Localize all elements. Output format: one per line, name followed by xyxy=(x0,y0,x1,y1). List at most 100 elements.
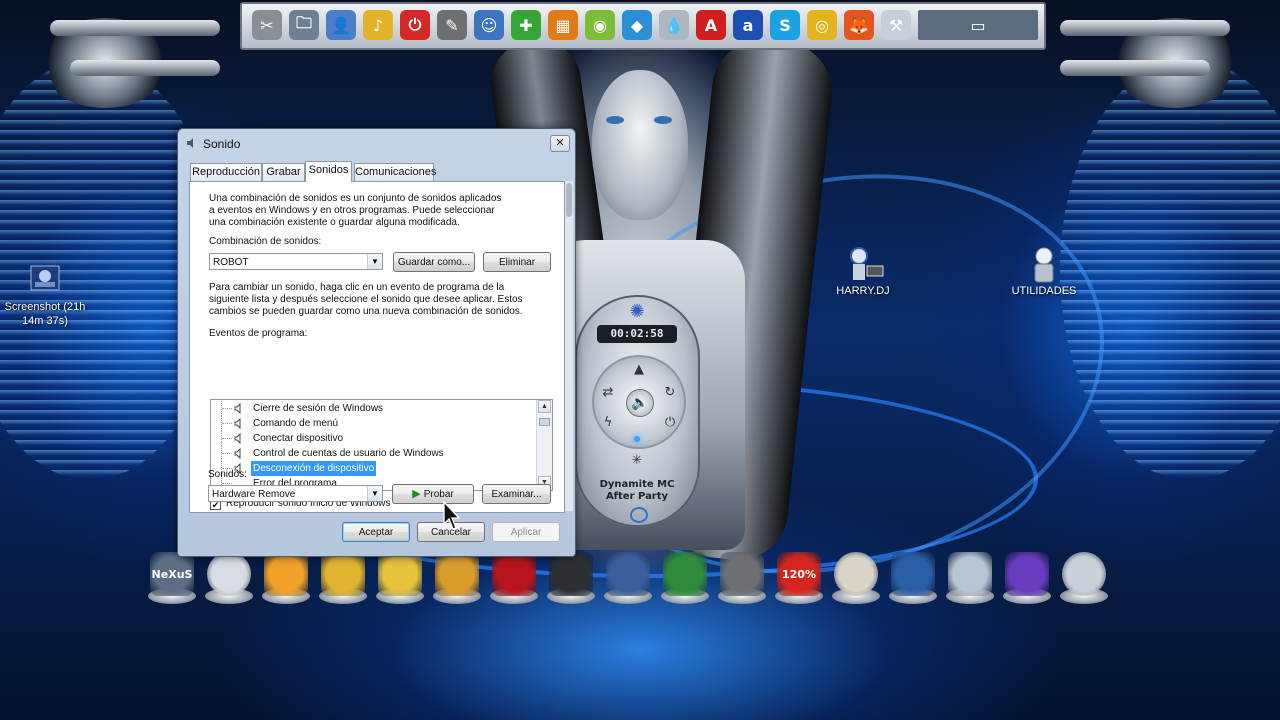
scroll-up-icon[interactable]: ▲ xyxy=(538,400,551,413)
webcam-icon[interactable] xyxy=(549,552,593,596)
eye-icon[interactable] xyxy=(1062,552,1106,596)
settings-icon[interactable]: ✳ xyxy=(629,453,645,469)
robot-eye-right xyxy=(654,116,672,124)
android-icon[interactable]: ◉ xyxy=(585,10,615,40)
music-note-icon[interactable]: ♪ xyxy=(363,10,393,40)
folder-tools-icon[interactable]: 🗀 xyxy=(289,10,319,40)
scheme-value: ROBOT xyxy=(213,257,249,268)
test-label: Probar xyxy=(423,489,454,500)
browse-button[interactable]: Examinar... xyxy=(482,484,551,504)
bluestacks-icon[interactable]: ◆ xyxy=(622,10,652,40)
robot-face xyxy=(592,70,688,220)
sound-value: Hardware Remove xyxy=(212,489,296,500)
desktop-icon-screenshot[interactable]: Screenshot (21h 14m 37s) xyxy=(0,262,90,328)
color-icon[interactable] xyxy=(663,552,707,596)
events-scrollbar[interactable]: ▲ ▼ xyxy=(536,400,552,490)
atom-icon: ✺ xyxy=(629,301,645,322)
tools-icon[interactable]: ✂ xyxy=(252,10,282,40)
top-right-machine xyxy=(1050,0,1270,150)
droplet-icon[interactable]: 💧 xyxy=(659,10,689,40)
intro-text: Una combinación de sonidos es un conjunt… xyxy=(209,193,501,229)
clock-icon[interactable] xyxy=(207,552,251,596)
folder-icon[interactable] xyxy=(321,552,365,596)
save-as-button[interactable]: Guardar como... xyxy=(393,252,475,272)
dialog-titlebar[interactable]: Sonido ✕ xyxy=(178,129,575,157)
amazon-icon[interactable]: a xyxy=(733,10,763,40)
player-led xyxy=(634,436,640,442)
tab-sonidos[interactable]: Sonidos xyxy=(305,161,352,182)
tab-page-scroll-thumb[interactable] xyxy=(566,183,572,217)
events-label: Eventos de programa: xyxy=(209,328,308,339)
computer-icon[interactable] xyxy=(948,552,992,596)
support-icon[interactable]: ✚ xyxy=(511,10,541,40)
user-computer-icon[interactable]: 👤 xyxy=(326,10,356,40)
apply-button[interactable]: Aplicar xyxy=(492,522,560,542)
ok-button[interactable]: Aceptar xyxy=(342,522,410,542)
shuffle-icon[interactable]: ⇄ xyxy=(600,385,616,401)
nexus-icon[interactable]: NeXuS xyxy=(150,552,194,596)
event-list-item[interactable]: Comando de menú xyxy=(211,416,537,431)
desktop-icon-label: UTILIDADES xyxy=(1011,285,1077,297)
change-text: Para cambiar un sonido, haga clic en un … xyxy=(209,282,523,318)
sound-dialog: Sonido ✕ Reproducción Grabar Sonidos Com… xyxy=(177,128,576,557)
folder-icon-2[interactable] xyxy=(378,552,422,596)
delete-button[interactable]: Eliminar xyxy=(483,252,551,272)
speaker-icon[interactable]: 🔈 xyxy=(626,389,654,417)
player-bottom-button[interactable] xyxy=(630,507,648,523)
nexus-label: NeXuS xyxy=(151,567,193,581)
desktop-icon-utilidades[interactable]: UTILIDADES xyxy=(999,246,1089,298)
event-list-item[interactable]: Conectar dispositivo xyxy=(211,431,537,446)
tab-comunicaciones[interactable]: Comunicaciones xyxy=(354,163,436,181)
network-icon[interactable]: ⚒ xyxy=(881,10,911,40)
top-dock: ✂ 🗀 👤 ♪ ⏻ ✎ ☺ ✚ ▦ ◉ ◆ 💧 Aa S ◎ 🦊 ⚒ ▭ xyxy=(240,2,1046,50)
folder-icon-3[interactable] xyxy=(435,552,479,596)
shuffle-icon-2[interactable]: ϟ xyxy=(600,415,616,431)
film-icon[interactable] xyxy=(720,552,764,596)
speaker-icon xyxy=(234,447,244,460)
bottom-dock: NeXuS 120% xyxy=(140,548,1140,610)
robot-dj-icon xyxy=(845,246,884,280)
chevron-down-icon: ▼ xyxy=(367,486,382,501)
adobe-icon[interactable]: 120% xyxy=(777,552,821,596)
window-thumbnails-icon[interactable]: ▭ xyxy=(918,10,1038,40)
media-icon[interactable] xyxy=(1005,552,1049,596)
volume-up-icon[interactable]: ▲ xyxy=(631,362,647,378)
media-player-gadget: ✺ 00:02:58 ▲ ⇄ ↻ ϟ ⏻ 🔈 ✳ Dynamite MC Aft… xyxy=(575,295,700,527)
close-button[interactable]: ✕ xyxy=(550,135,570,152)
intro-line: Una combinación de sonidos es un conjunt… xyxy=(209,193,502,204)
mail-icon[interactable] xyxy=(264,552,308,596)
change-line: Para cambiar un sonido, haga clic en un … xyxy=(209,282,505,293)
track-name-line2: After Party xyxy=(605,491,669,502)
tab-page-scrollbar[interactable] xyxy=(565,181,573,511)
scheme-select[interactable]: ROBOT ▼ xyxy=(209,253,383,270)
paint-icon[interactable]: ▦ xyxy=(548,10,578,40)
firefox-icon[interactable]: 🦊 xyxy=(844,10,874,40)
sound-select[interactable]: Hardware Remove ▼ xyxy=(208,485,383,502)
satellite-icon[interactable] xyxy=(606,552,650,596)
track-name-line1: Dynamite MC xyxy=(599,479,675,490)
desktop-icon-harry-dj[interactable]: HARRY.DJ xyxy=(818,246,908,298)
burn-icon[interactable] xyxy=(834,552,878,596)
event-list-item[interactable]: Desconexión de dispositivo xyxy=(211,460,537,477)
pen-tool-icon[interactable]: ✎ xyxy=(437,10,467,40)
power-icon[interactable]: ⏻ xyxy=(400,10,430,40)
speaker-icon xyxy=(234,402,244,415)
chrome-icon[interactable]: ◎ xyxy=(807,10,837,40)
tab-reproduccion[interactable]: Reproducción xyxy=(190,163,262,181)
pdf-icon[interactable]: A xyxy=(696,10,726,40)
virtualbox-icon[interactable] xyxy=(891,552,935,596)
skype-icon[interactable]: S xyxy=(770,10,800,40)
record-icon[interactable] xyxy=(492,552,536,596)
tab-grabar[interactable]: Grabar xyxy=(262,163,305,181)
scroll-thumb[interactable] xyxy=(539,418,550,426)
intro-line: a eventos en Windows y en otros programa… xyxy=(209,205,495,216)
power-icon[interactable]: ⏻ xyxy=(662,415,678,431)
event-label: Cierre de sesión de Windows xyxy=(253,403,384,414)
program-events-list[interactable]: ▲ ▼ Cierre de sesión de Windows Comando d… xyxy=(210,399,553,491)
change-line: cambios se pueden guardar como una nueva… xyxy=(209,306,523,317)
event-list-item[interactable]: Cierre de sesión de Windows xyxy=(211,401,537,416)
event-list-item[interactable]: Control de cuentas de usuario de Windows xyxy=(211,446,537,461)
repeat-icon[interactable]: ↻ xyxy=(662,385,678,401)
intro-line: una combinación existente o guardar algu… xyxy=(209,217,460,228)
user-icon[interactable]: ☺ xyxy=(474,10,504,40)
